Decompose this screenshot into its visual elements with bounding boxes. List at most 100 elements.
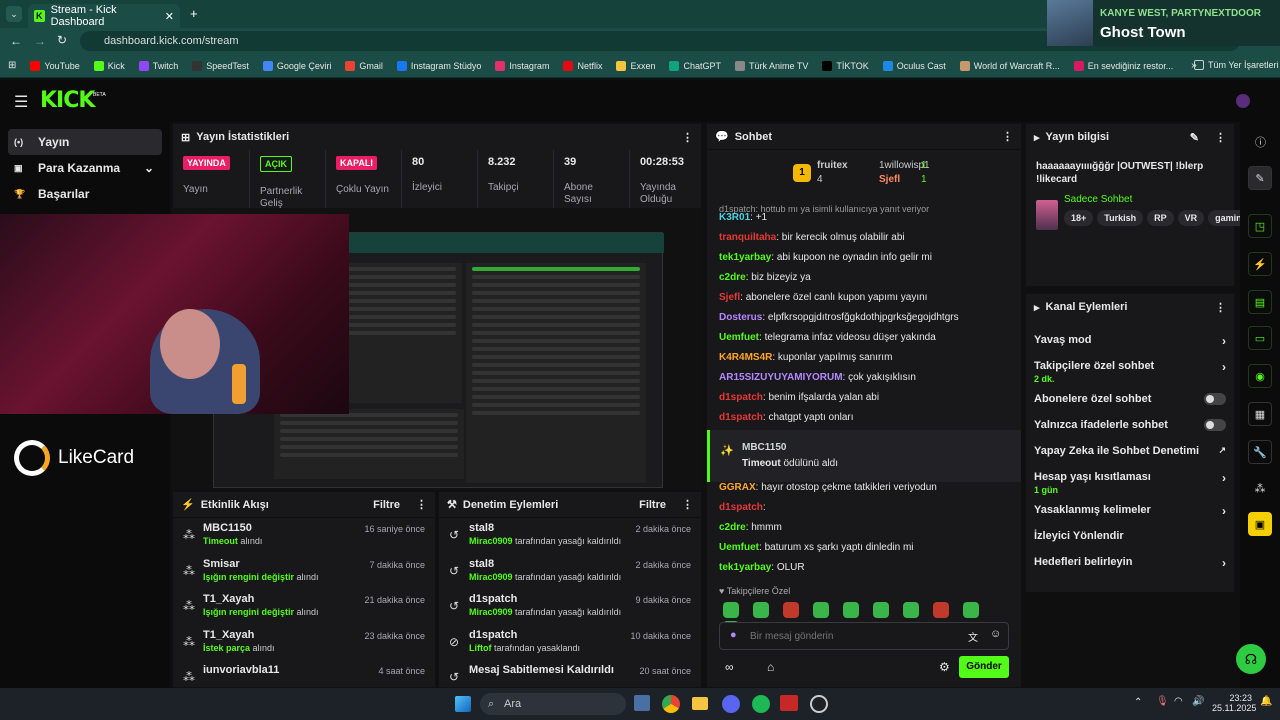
chat-username[interactable]: GGRAX: [719, 482, 756, 493]
moderation-filter-button[interactable]: Filtre: [639, 499, 666, 511]
chat-input[interactable]: ● 文 ☺: [719, 622, 1009, 650]
bookmark-item[interactable]: SpeedTest: [192, 60, 249, 71]
list-item[interactable]: ⁂ Smisar Işığın rengini değiştir alındı 7 d…: [173, 554, 435, 590]
emote-icon[interactable]: [723, 602, 739, 618]
bookmark-item[interactable]: YouTube: [30, 60, 80, 71]
mic-icon[interactable]: 🎙: [1156, 696, 1169, 707]
more-icon[interactable]: ⋮: [416, 498, 427, 511]
volume-icon[interactable]: 🔊: [1192, 696, 1204, 707]
chat-message[interactable]: d1spatch:: [707, 498, 1023, 518]
store-icon[interactable]: ⌂: [767, 660, 774, 674]
bookmark-item[interactable]: World of Warcraft R...: [959, 60, 1060, 71]
chat-username[interactable]: AR15SIZUYUYAMIYORUM: [719, 372, 843, 383]
chat-message[interactable]: Uemfuet: baturum xs şarkı yaptı dinledin…: [707, 538, 1023, 558]
stream-tag[interactable]: Turkish: [1097, 210, 1144, 226]
bookmark-item[interactable]: Twitch: [138, 60, 178, 71]
bookmark-item[interactable]: Google Çeviri: [262, 60, 331, 71]
chat-message[interactable]: tranquiltaha: bir kerecik olmuş olabilir…: [707, 228, 1023, 248]
menu-icon[interactable]: ☰: [14, 92, 28, 112]
translate-icon[interactable]: 文: [968, 629, 978, 644]
points-icon[interactable]: ∞: [725, 660, 734, 674]
bookmark-item[interactable]: Gmail: [345, 60, 383, 71]
chat-message[interactable]: tek1yarbay: OLUR: [707, 558, 1023, 578]
chat-username[interactable]: c2dre: [719, 272, 746, 283]
emote-icon[interactable]: [903, 602, 919, 618]
chat-message[interactable]: d1spatch: benim ifşalarda yalan abi: [707, 388, 1023, 408]
channel-action-item[interactable]: Abonelere özel sohbet: [1026, 387, 1234, 413]
tray-chevron-icon[interactable]: ⌃: [1134, 697, 1142, 708]
list-item[interactable]: ↺ stal8 Mirac0909 tarafından yasağı kaldır…: [439, 554, 701, 590]
apps-icon[interactable]: ⊞: [8, 60, 16, 71]
stream-tag[interactable]: 18+: [1064, 210, 1094, 226]
more-icon[interactable]: ⋮: [1215, 301, 1226, 314]
chat-message-field[interactable]: [750, 627, 940, 645]
chat-username[interactable]: Sjefl: [719, 292, 740, 303]
document-icon[interactable]: ▤: [1248, 290, 1272, 314]
chat-username[interactable]: d1spatch: [719, 392, 763, 403]
activity-filter-button[interactable]: Filtre: [373, 499, 400, 511]
list-item[interactable]: ⁂ MBC1150 Timeout alındı 16 saniye önce: [173, 518, 435, 554]
reload-icon[interactable]: ↻: [57, 33, 67, 47]
chat-username[interactable]: c2dre: [719, 522, 746, 533]
more-icon[interactable]: ⋮: [1002, 130, 1013, 143]
chat-username[interactable]: tranquiltaha: [719, 232, 776, 243]
channel-action-item[interactable]: Hedefleri belirleyin ›: [1026, 550, 1234, 576]
avatar[interactable]: [1236, 94, 1250, 108]
bookmark-item[interactable]: Oculus Cast: [882, 60, 946, 71]
bookmark-item[interactable]: Instagram Stüdyo: [396, 60, 481, 71]
stream-tag[interactable]: VR: [1177, 210, 1205, 226]
chat-message[interactable]: AR15SIZUYUYAMIYORUM: çok yakışıklısın: [707, 368, 1023, 388]
emote-icon[interactable]: [873, 602, 889, 618]
close-tab-icon[interactable]: ✕: [165, 10, 174, 23]
emote-icon[interactable]: [783, 602, 799, 618]
windows-start-icon[interactable]: [455, 696, 471, 712]
wrench-icon[interactable]: 🔧: [1248, 440, 1272, 464]
list-item[interactable]: ↺ stal8 Mirac0909 tarafından yasağı kaldır…: [439, 518, 701, 554]
channel-action-item[interactable]: Yapay Zeka ile Sohbet Denetimi ↗: [1026, 439, 1234, 465]
layout-icon[interactable]: ▦: [1248, 402, 1272, 426]
list-item[interactable]: ⁂ T1_Xayah Işığın rengini değiştir alındı 2…: [173, 589, 435, 625]
info-icon[interactable]: ⓘ: [1255, 134, 1266, 150]
edit-icon[interactable]: ✎: [1248, 166, 1272, 190]
emote-icon[interactable]: [753, 602, 769, 618]
more-icon[interactable]: ⋮: [682, 498, 693, 511]
chat-username[interactable]: d1spatch: [719, 502, 763, 513]
channel-action-item[interactable]: Yalnızca ifadelerle sohbet: [1026, 413, 1234, 439]
users-icon[interactable]: ⁂: [1248, 476, 1272, 500]
sidebar-item-2[interactable]: 🏆 Başarılar: [8, 181, 162, 207]
clock[interactable]: 23:23 25.11.2025: [1212, 693, 1256, 713]
chat-message[interactable]: Uemfuet: telegrama infaz videosu düşer y…: [707, 328, 1023, 348]
chat-message[interactable]: tek1yarbay: abi kupoon ne oynadın info g…: [707, 248, 1023, 268]
chat-username[interactable]: d1spatch: [719, 412, 763, 423]
capture-icon[interactable]: ◳: [1248, 214, 1272, 238]
emote-icon[interactable]: [843, 602, 859, 618]
support-icon[interactable]: ☊: [1236, 644, 1266, 674]
send-button[interactable]: Gönder: [959, 656, 1009, 678]
notification-icon[interactable]: 🔔: [1260, 696, 1272, 707]
chat-username[interactable]: Uemfuet: [719, 332, 759, 343]
emote-icon[interactable]: [963, 602, 979, 618]
kick-logo[interactable]: KICK: [40, 88, 95, 113]
forward-icon[interactable]: →: [34, 34, 46, 48]
chrome-icon[interactable]: [662, 695, 680, 713]
back-icon[interactable]: ←: [10, 34, 22, 48]
chat-message[interactable]: c2dre: hmmm: [707, 518, 1023, 538]
clips-icon[interactable]: ▣: [1248, 512, 1272, 536]
chat-username[interactable]: K4R4MS4R: [719, 352, 772, 363]
bookmark-item[interactable]: TİKTOK: [822, 60, 869, 71]
channel-action-item[interactable]: İzleyici Yönlendir: [1026, 524, 1234, 550]
stream-tag[interactable]: RP: [1147, 210, 1174, 226]
lightning-icon[interactable]: ⚡: [1248, 252, 1272, 276]
emote-icon[interactable]: [813, 602, 829, 618]
edit-icon[interactable]: ✎: [1190, 131, 1199, 144]
sidebar-item-0[interactable]: (•) Yayın: [8, 129, 162, 155]
explorer-icon[interactable]: [692, 697, 708, 710]
chat-message[interactable]: c2dre: biz bizeyiz ya: [707, 268, 1023, 288]
settings-icon[interactable]: ⚙: [939, 660, 950, 674]
discord-icon[interactable]: [722, 695, 740, 713]
chat-username[interactable]: tek1yarbay: [719, 562, 771, 573]
browser-tab[interactable]: K Stream - Kick Dashboard ✕: [28, 4, 180, 28]
bookmark-item[interactable]: Exxen: [616, 60, 655, 71]
toggle-switch[interactable]: [1204, 393, 1226, 405]
toggle-switch[interactable]: [1204, 419, 1226, 431]
